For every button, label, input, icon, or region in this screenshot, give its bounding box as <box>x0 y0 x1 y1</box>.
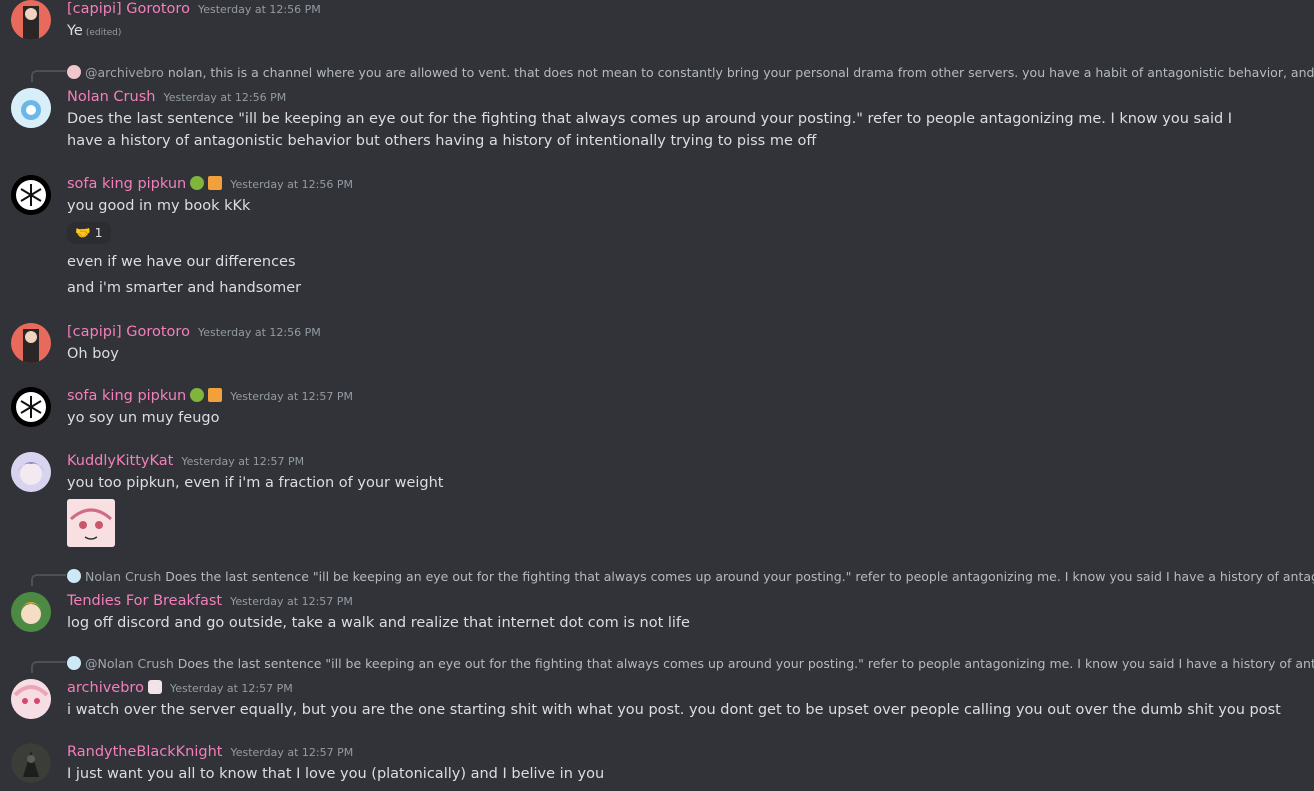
author-name[interactable]: [capipi] Gorotoro Yesterday at 12:56 PM <box>67 1 321 17</box>
reaction-count: 1 <box>94 225 103 240</box>
author-name[interactable]: sofa king pipkun Yesterday at 12:56 PM <box>67 176 353 192</box>
timestamp: Yesterday at 12:57 PM <box>230 390 354 403</box>
author-name[interactable]: Tendies For Breakfast Yesterday at 12:57 … <box>67 593 353 609</box>
avatar[interactable] <box>11 592 51 632</box>
author-name[interactable]: archivebro Yesterday at 12:57 PM <box>67 680 293 696</box>
timestamp: Yesterday at 12:57 PM <box>230 595 353 608</box>
timestamp: Yesterday at 12:57 PM <box>169 682 293 695</box>
reply-spine <box>31 574 66 586</box>
message-text: and i'm smarter and handsomer <box>67 280 302 296</box>
message-text: yo soy un muy feugo <box>67 410 220 426</box>
message-text: Ye (edited) <box>67 23 122 39</box>
message-text: I just want you all to know that I love … <box>67 766 605 782</box>
avatar[interactable] <box>11 387 51 427</box>
author-name[interactable]: RandytheBlackKnight Yesterday at 12:57 PM <box>67 744 353 760</box>
reply-spine <box>31 70 66 82</box>
message-text: even if we have our differences <box>67 254 296 270</box>
message-text: you too pipkun, even if i'm a fraction o… <box>67 475 444 491</box>
timestamp: Yesterday at 12:57 PM <box>181 455 305 468</box>
timestamp: Yesterday at 12:56 PM <box>230 178 354 191</box>
timestamp: Yesterday at 12:56 PM <box>163 91 287 104</box>
message-text: Does the last sentence "ill be keeping a… <box>67 111 1233 149</box>
handshake-icon: 🤝 <box>75 225 91 240</box>
message-text: Oh boy <box>67 346 119 362</box>
pizza-emoji-icon <box>208 388 223 402</box>
avatar[interactable] <box>11 88 51 128</box>
edited-label: (edited) <box>85 28 122 38</box>
avatar[interactable] <box>11 323 51 363</box>
kiwi-emoji-icon <box>190 176 205 190</box>
avatar[interactable] <box>11 679 51 719</box>
avatar[interactable] <box>11 175 51 215</box>
author-name[interactable]: KuddlyKittyKat Yesterday at 12:57 PM <box>67 453 304 469</box>
avatar[interactable] <box>11 452 51 492</box>
pizza-emoji-icon <box>208 176 223 190</box>
timestamp: Yesterday at 12:56 PM <box>197 3 321 16</box>
avatar[interactable] <box>11 743 51 783</box>
kiwi-emoji-icon <box>190 388 205 402</box>
reply-avatar <box>67 656 81 670</box>
author-name[interactable]: Nolan Crush Yesterday at 12:56 PM <box>67 89 286 105</box>
timestamp: Yesterday at 12:57 PM <box>230 746 354 759</box>
author-name[interactable]: [capipi] Gorotoro Yesterday at 12:56 PM <box>67 324 321 340</box>
reply-spine <box>31 661 66 673</box>
reply-preview[interactable]: @Nolan Crush Does the last sentence "ill… <box>67 656 1314 672</box>
avatar[interactable] <box>11 0 51 40</box>
reply-preview[interactable]: @archivebro nolan, this is a channel whe… <box>67 65 1314 81</box>
reply-avatar <box>67 569 81 583</box>
timestamp: Yesterday at 12:56 PM <box>197 326 321 339</box>
role-icon <box>147 680 162 694</box>
message-text: log off discord and go outside, take a w… <box>67 615 690 631</box>
reply-avatar <box>67 65 81 79</box>
reply-preview[interactable]: Nolan Crush Does the last sentence "ill … <box>67 569 1314 585</box>
message-text: i watch over the server equally, but you… <box>67 702 1281 718</box>
sticker-image[interactable] <box>67 499 115 547</box>
reaction-button[interactable]: 🤝 1 <box>67 222 111 244</box>
message-text: you good in my book kKk <box>67 198 251 214</box>
author-name[interactable]: sofa king pipkun Yesterday at 12:57 PM <box>67 388 353 404</box>
